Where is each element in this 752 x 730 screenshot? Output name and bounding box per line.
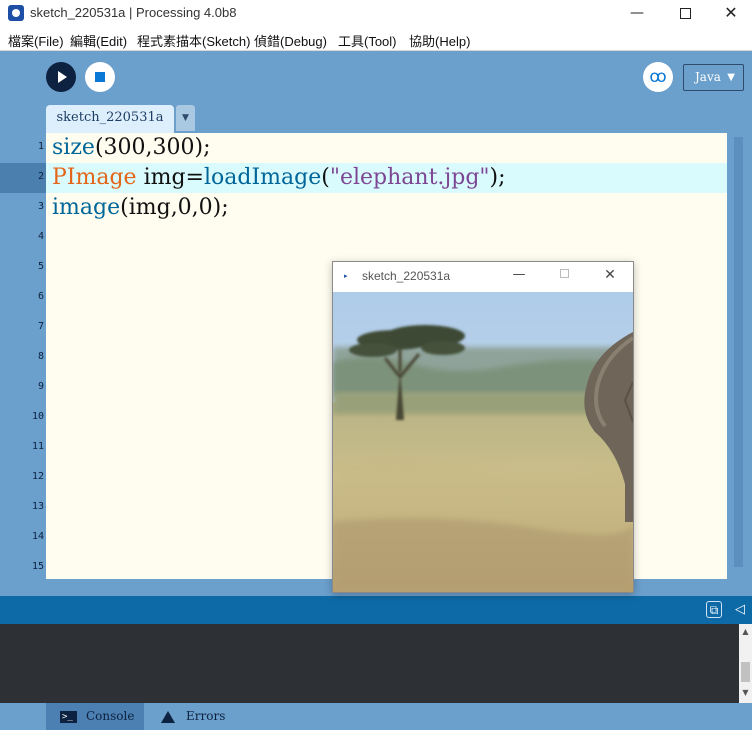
- mode-label: Java: [695, 70, 721, 84]
- editor-scrollbar[interactable]: [727, 133, 752, 579]
- sketch-window-titlebar: ▸ sketch_220531a — ✕: [333, 262, 633, 292]
- sketch-canvas[interactable]: [333, 292, 633, 592]
- code-token: "elephant.jpg": [329, 165, 490, 190]
- scroll-down-icon[interactable]: ▼: [739, 688, 752, 697]
- status-bar: [0, 596, 752, 624]
- code-token: );: [489, 165, 506, 190]
- sketch-output-window[interactable]: ▸ sketch_220531a — ✕: [332, 261, 634, 593]
- code-token: image: [52, 195, 121, 220]
- warning-icon: [161, 711, 175, 723]
- line-number: 9: [37, 381, 44, 392]
- minimize-button[interactable]: —: [614, 0, 660, 27]
- menu-sketch[interactable]: 程式素描本(Sketch): [137, 31, 250, 50]
- run-button[interactable]: [46, 62, 76, 92]
- tab-menu-button[interactable]: ▼: [176, 105, 195, 131]
- console-output[interactable]: [0, 624, 752, 703]
- line-number: 6: [37, 291, 44, 302]
- errors-tab-label: Errors: [186, 709, 226, 723]
- menu-help[interactable]: 協助(Help): [409, 31, 470, 50]
- tab-console[interactable]: >_ Console: [46, 703, 144, 730]
- sketch-window-icon: ▸: [344, 272, 348, 280]
- maximize-button[interactable]: [662, 0, 708, 27]
- line-number: 3: [37, 201, 44, 212]
- code-token: (300,300);: [94, 135, 211, 160]
- line-number: 13: [31, 501, 44, 512]
- window-title: sketch_220531a | Processing 4.0b8: [30, 5, 237, 20]
- close-button[interactable]: ✕: [708, 0, 752, 27]
- line-number: 2: [37, 171, 44, 182]
- menu-tool[interactable]: 工具(Tool): [338, 31, 397, 50]
- debug-button[interactable]: ꝏ: [643, 62, 673, 92]
- collapse-console-icon[interactable]: ◁: [735, 602, 745, 617]
- code-token: (img,0,0);: [120, 195, 229, 220]
- line-number: 12: [31, 471, 44, 482]
- line-number: 10: [31, 411, 44, 422]
- elephant-photo: [333, 292, 633, 592]
- sketch-window-title: sketch_220531a: [362, 269, 451, 283]
- mode-selector[interactable]: Java ▼: [683, 64, 744, 91]
- tab-errors[interactable]: Errors: [144, 703, 244, 730]
- line-number: 11: [31, 441, 44, 452]
- console-tab-label: Console: [86, 709, 135, 723]
- line-number: 4: [37, 231, 44, 242]
- menu-edit[interactable]: 編輯(Edit): [70, 31, 127, 50]
- clipboard-icon[interactable]: ⧉: [706, 601, 722, 618]
- menu-file[interactable]: 檔案(File): [8, 31, 64, 50]
- menu-debug[interactable]: 偵錯(Debug): [254, 31, 327, 50]
- chevron-down-icon: ▼: [727, 72, 735, 83]
- line-number: 7: [37, 321, 44, 332]
- line-number: 5: [37, 261, 44, 272]
- processing-app-icon: [8, 5, 24, 21]
- console-scrollbar[interactable]: ▲ ▼: [739, 624, 752, 703]
- sketch-close-button[interactable]: ✕: [600, 267, 620, 283]
- stop-button[interactable]: [85, 62, 115, 92]
- code-token: PImage: [52, 165, 137, 190]
- code-token: (: [321, 165, 330, 190]
- line-number: 8: [37, 351, 44, 362]
- tab-sketch[interactable]: sketch_220531a: [46, 105, 174, 133]
- terminal-icon: >_: [60, 711, 77, 723]
- code-line[interactable]: PImage img=loadImage("elephant.jpg");: [52, 164, 506, 192]
- sketch-maximize-button[interactable]: [554, 267, 574, 282]
- sketch-minimize-button[interactable]: —: [509, 267, 529, 282]
- code-line[interactable]: size(300,300);: [52, 134, 211, 162]
- maximize-icon: [679, 7, 691, 19]
- line-number: 1: [37, 141, 44, 152]
- maximize-icon: [559, 269, 569, 278]
- code-token: img=: [136, 165, 204, 190]
- console-scrollbar-thumb[interactable]: [741, 662, 750, 682]
- editor-scrollbar-thumb[interactable]: [734, 137, 743, 567]
- window-titlebar: sketch_220531a | Processing 4.0b8 — ✕: [0, 0, 752, 27]
- code-line[interactable]: image(img,0,0);: [52, 194, 229, 222]
- line-number: 14: [31, 531, 44, 542]
- line-number: 15: [31, 561, 44, 572]
- code-token: size: [52, 135, 95, 160]
- code-token: loadImage: [204, 165, 322, 190]
- menu-bar: 檔案(File) 編輯(Edit) 程式素描本(Sketch) 偵錯(Debug…: [0, 27, 752, 51]
- scroll-up-icon[interactable]: ▲: [739, 627, 752, 636]
